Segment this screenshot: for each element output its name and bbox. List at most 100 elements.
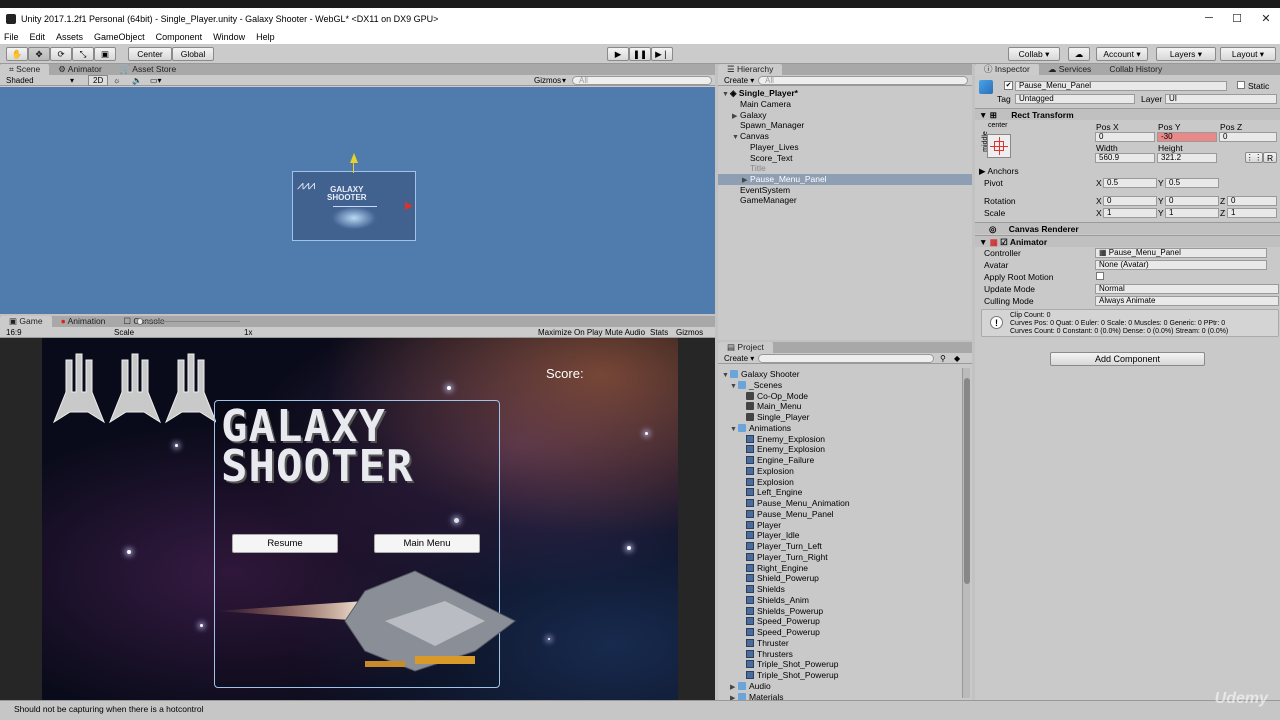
hierarchy-search-input[interactable]: All xyxy=(758,75,968,85)
animation-asset[interactable]: Player_Turn_Left xyxy=(738,541,822,552)
menu-gameobject[interactable]: GameObject xyxy=(94,32,145,42)
mute-audio-button[interactable]: Mute Audio xyxy=(605,328,645,337)
scale-z-input[interactable]: 1 xyxy=(1227,208,1277,218)
apply-root-motion-checkbox[interactable] xyxy=(1096,272,1104,280)
audio-icon[interactable]: 🔈 xyxy=(132,76,142,85)
minimize-icon[interactable]: ─ xyxy=(1194,12,1224,24)
hierarchy-item[interactable]: Main Camera xyxy=(718,99,972,110)
animator-header[interactable]: ▼ ▦ ☑ Animator xyxy=(975,235,1280,247)
tab-collab-history[interactable]: Collab History xyxy=(1100,64,1171,75)
expand-arrow-icon[interactable]: ▼ xyxy=(722,370,730,381)
tab-project[interactable]: ▤ Project xyxy=(718,342,773,353)
tab-asset-store[interactable]: 🛒 Asset Store xyxy=(111,64,185,75)
menu-edit[interactable]: Edit xyxy=(30,32,46,42)
hierarchy-item[interactable]: Title xyxy=(718,163,972,174)
rotation-z-input[interactable]: 0 xyxy=(1227,196,1277,206)
animation-asset[interactable]: Triple_Shot_Powerup xyxy=(738,670,838,681)
tag-dropdown[interactable]: Untagged xyxy=(1015,94,1135,104)
project-folder-animations[interactable]: ▼ Animations xyxy=(730,423,791,434)
scene-asset[interactable]: Main_Menu xyxy=(738,401,801,412)
animation-asset[interactable]: Enemy_Explosion xyxy=(738,444,825,455)
game-screen[interactable]: Score: GALAXY SHOOTER Resume Main Menu xyxy=(42,338,678,700)
tab-animator[interactable]: ⚙ Animator xyxy=(49,64,111,75)
animation-asset[interactable]: Shields_Anim xyxy=(738,595,809,606)
hierarchy-item[interactable]: ▶ Pause_Menu_Panel xyxy=(718,173,972,185)
animation-asset[interactable]: Shield_Powerup xyxy=(738,573,819,584)
menu-file[interactable]: File xyxy=(4,32,19,42)
game-viewport[interactable]: Score: GALAXY SHOOTER Resume Main Menu xyxy=(0,338,715,700)
pos-x-input[interactable]: 0 xyxy=(1095,132,1155,142)
animation-asset[interactable]: Engine_Failure xyxy=(738,455,814,466)
account-dropdown[interactable]: Account ▾ xyxy=(1096,47,1148,61)
gizmo-x-arrow-icon[interactable] xyxy=(405,202,413,210)
step-icon[interactable]: ▶❘ xyxy=(651,47,673,61)
scene-viewport[interactable]: ⩘⩘⩘ GALAXY SHOOTER xyxy=(0,87,715,314)
menu-window[interactable]: Window xyxy=(213,32,245,42)
pause-icon[interactable]: ❚❚ xyxy=(629,47,651,61)
animation-asset[interactable]: Shields_Powerup xyxy=(738,606,823,617)
lighting-icon[interactable]: ☼ xyxy=(113,76,120,85)
move-tool-icon[interactable]: ✥ xyxy=(28,47,50,61)
animation-asset[interactable]: Pause_Menu_Animation xyxy=(738,498,850,509)
animation-asset[interactable]: Speed_Powerup xyxy=(738,627,820,638)
project-create-dropdown[interactable]: Create ▾ xyxy=(724,354,754,363)
aspect-dropdown[interactable]: 16:9 xyxy=(6,328,22,337)
object-name-input[interactable]: Pause_Menu_Panel xyxy=(1015,81,1227,91)
add-component-button[interactable]: Add Component xyxy=(1050,352,1205,366)
animation-asset[interactable]: Speed_Powerup xyxy=(738,616,820,627)
layers-dropdown[interactable]: Layers ▾ xyxy=(1156,47,1216,61)
project-folder-audio[interactable]: ▶ Audio xyxy=(730,681,771,692)
project-search-input[interactable] xyxy=(758,353,934,363)
animation-asset[interactable]: Explosion xyxy=(738,477,794,488)
cloud-icon[interactable]: ☁ xyxy=(1068,47,1090,61)
anchor-presets-icon[interactable] xyxy=(987,134,1011,158)
shading-dropdown-arrow-icon[interactable]: ▾ xyxy=(70,76,74,85)
anchors-label[interactable]: ▶ Anchors xyxy=(979,166,1019,177)
blueprint-mode-icon[interactable]: ⋮⋮ xyxy=(1245,152,1263,163)
height-input[interactable]: 321.2 xyxy=(1157,153,1217,163)
menu-component[interactable]: Component xyxy=(156,32,203,42)
pos-y-input[interactable]: -30 xyxy=(1157,132,1217,142)
stats-button[interactable]: Stats xyxy=(650,328,668,337)
project-folder-scenes[interactable]: ▼ _Scenes xyxy=(730,380,782,391)
rotate-tool-icon[interactable]: ⟳ xyxy=(50,47,72,61)
scene-asset[interactable]: Co-Op_Mode xyxy=(738,391,808,402)
rect-tool-icon[interactable]: ▣ xyxy=(94,47,116,61)
animation-asset[interactable]: Left_Engine xyxy=(738,487,802,498)
hierarchy-scene-row[interactable]: ▼◈ Single_Player* xyxy=(722,88,798,99)
maximize-on-play-button[interactable]: Maximize On Play xyxy=(538,328,602,337)
scene-asset[interactable]: Single_Player xyxy=(738,412,809,423)
gizmos-dropdown[interactable]: Gizmos xyxy=(534,76,561,85)
tab-scene[interactable]: ⌗ Scene xyxy=(0,64,50,75)
raw-edit-button[interactable]: R xyxy=(1263,152,1277,163)
scale-x-input[interactable]: 1 xyxy=(1103,208,1157,218)
game-gizmos-button[interactable]: Gizmos xyxy=(676,328,703,337)
animation-asset[interactable]: Thrusters xyxy=(738,649,793,660)
menu-assets[interactable]: Assets xyxy=(56,32,83,42)
rotation-y-input[interactable]: 0 xyxy=(1165,196,1219,206)
culling-mode-dropdown[interactable]: Always Animate xyxy=(1095,296,1279,306)
play-icon[interactable]: ▶ xyxy=(607,47,629,61)
pivot-center-button[interactable]: Center xyxy=(128,47,172,61)
hierarchy-item[interactable]: EventSystem xyxy=(718,185,972,196)
hierarchy-item[interactable]: Score_Text xyxy=(718,153,972,164)
pos-z-input[interactable]: 0 xyxy=(1219,132,1277,142)
rotation-x-input[interactable]: 0 xyxy=(1103,196,1157,206)
collab-button[interactable]: Collab ▾ xyxy=(1008,47,1060,61)
rect-transform-header[interactable]: ▼ ⊞ Rect Transform xyxy=(975,108,1280,120)
hand-tool-icon[interactable]: ✋ xyxy=(6,47,28,61)
hierarchy-item[interactable]: Spawn_Manager xyxy=(718,120,972,131)
animation-asset[interactable]: Player_Idle xyxy=(738,530,800,541)
tab-animation[interactable]: ● Animation xyxy=(52,316,115,327)
resume-button[interactable]: Resume xyxy=(232,534,338,553)
gizmos-arrow-icon[interactable]: ▾ xyxy=(562,76,566,85)
animation-asset[interactable]: Shields xyxy=(738,584,785,595)
global-space-button[interactable]: Global xyxy=(172,47,214,61)
scene-search-input[interactable]: All xyxy=(572,75,712,85)
animation-asset[interactable]: Explosion xyxy=(738,466,794,477)
scale-slider-handle[interactable] xyxy=(137,318,143,325)
close-icon[interactable]: ✕ xyxy=(1251,12,1280,25)
hierarchy-item[interactable]: ▼Canvas xyxy=(718,131,972,142)
tab-game[interactable]: ▣ Game xyxy=(0,316,52,327)
pivot-y-input[interactable]: 0.5 xyxy=(1165,178,1219,188)
